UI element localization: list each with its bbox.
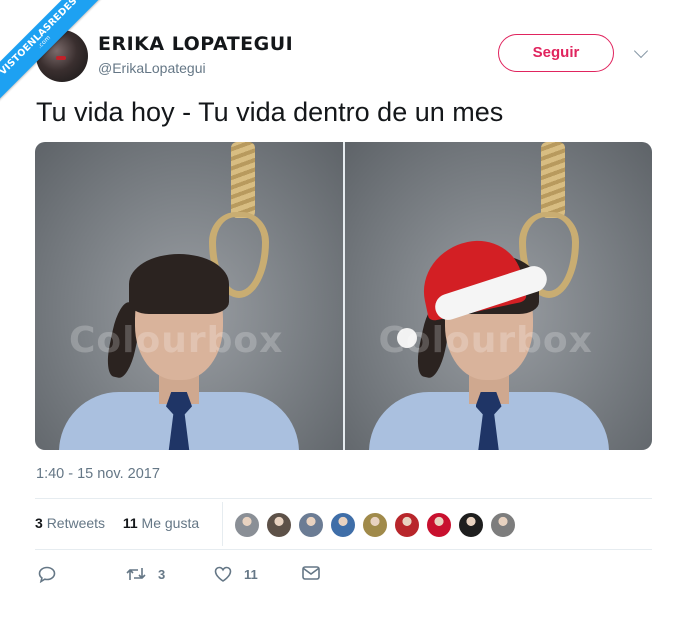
tweet-image-2[interactable]: Colourbox xyxy=(344,142,652,450)
site-watermark-ribbon: VISTOENLASREDES .com xyxy=(0,0,110,110)
liker-avatar[interactable] xyxy=(362,512,388,538)
stock-watermark: Colourbox xyxy=(69,320,284,361)
watermark-brand: VISTOENLASREDES xyxy=(0,0,80,78)
retweet-icon xyxy=(126,568,146,580)
liker-avatar[interactable] xyxy=(266,512,292,538)
direct-message-button[interactable] xyxy=(302,566,320,580)
liker-avatar[interactable] xyxy=(234,512,260,538)
tweet-timestamp[interactable]: 1:40 - 15 nov. 2017 xyxy=(36,466,160,482)
retweets-stat[interactable]: 3 Retweets xyxy=(35,515,105,531)
chevron-down-icon[interactable] xyxy=(633,43,649,59)
follow-button[interactable]: Seguir xyxy=(498,34,614,72)
like-count: 11 xyxy=(244,566,258,582)
divider xyxy=(35,498,652,499)
stats-separator xyxy=(222,502,223,546)
liker-avatar[interactable] xyxy=(298,512,324,538)
liker-avatar[interactable] xyxy=(394,512,420,538)
tweet-media: Colourbox Colourbox xyxy=(35,142,652,450)
liker-avatar[interactable] xyxy=(330,512,356,538)
reply-button[interactable] xyxy=(38,566,56,583)
like-button[interactable]: 11 xyxy=(214,566,258,582)
display-name[interactable]: ERIKA LOPATEGUI xyxy=(98,33,293,55)
heart-icon xyxy=(214,566,232,582)
tweet-image-1[interactable]: Colourbox xyxy=(35,142,343,450)
retweet-button[interactable]: 3 xyxy=(126,566,165,582)
liker-avatar[interactable] xyxy=(458,512,484,538)
user-handle[interactable]: @ErikaLopategui xyxy=(98,60,206,76)
liker-avatar[interactable] xyxy=(426,512,452,538)
envelope-icon xyxy=(302,566,320,580)
liker-avatar[interactable] xyxy=(490,512,516,538)
tweet-stats: 3 Retweets 11 Me gusta xyxy=(35,515,199,531)
retweet-count: 3 xyxy=(158,566,166,582)
stock-watermark: Colourbox xyxy=(378,320,593,361)
likes-stat[interactable]: 11 Me gusta xyxy=(123,515,199,531)
reply-icon xyxy=(38,566,56,583)
divider xyxy=(35,549,652,550)
